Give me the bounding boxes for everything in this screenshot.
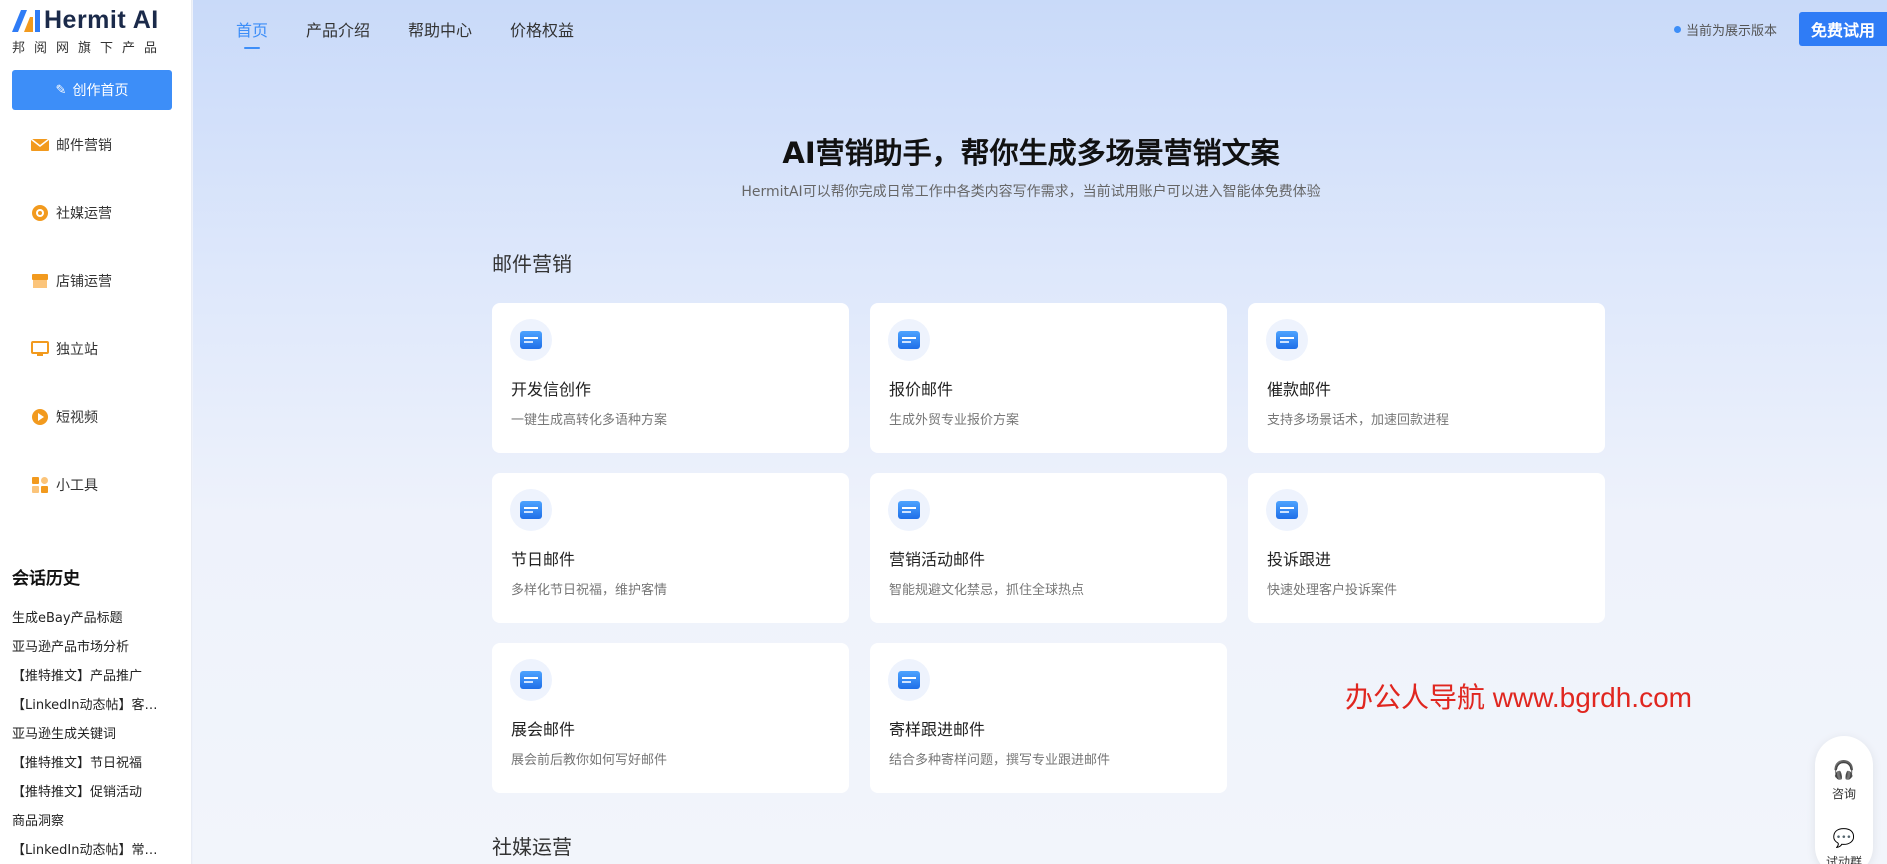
hero-subtitle: HermitAI可以帮你完成日常工作中各类内容写作需求，当前试用账户可以进入智能… xyxy=(741,184,1321,200)
top-nav: 首页 产品介绍 帮助中心 价格权益 当前为展示版本 免费试用 xyxy=(193,0,1887,56)
sidebar: Hermit AI 邦阅网旗下产品 ✎ 创作首页 邮件营销 社媒运营 店铺运营 … xyxy=(0,0,192,864)
card-sample-followup[interactable]: 寄样跟进邮件 结合多种寄样问题，撰写专业跟进邮件 xyxy=(870,643,1227,793)
card-payment-email[interactable]: 催款邮件 支持多场景话术，加速回款进程 xyxy=(1248,303,1605,453)
monitor-icon xyxy=(30,339,50,359)
card-title: 开发信创作 xyxy=(511,380,592,399)
logo[interactable]: Hermit AI 邦阅网旗下产品 xyxy=(12,6,166,56)
section-title-social: 社媒运营 xyxy=(492,835,572,859)
mail-icon xyxy=(30,135,50,155)
history-item[interactable]: 商品洞察 xyxy=(12,807,172,836)
history-item[interactable]: 生成eBay产品标题 xyxy=(12,604,172,633)
card-title: 投诉跟进 xyxy=(1267,550,1332,569)
history-item[interactable]: 亚马逊生成关键词 xyxy=(12,720,172,749)
tab-home[interactable]: 首页 xyxy=(236,17,268,41)
sidebar-item-label: 店铺运营 xyxy=(56,274,112,290)
wechat-label: 试动群 xyxy=(1825,855,1862,864)
sidebar-item-label: 短视频 xyxy=(56,410,98,426)
tools-icon xyxy=(30,475,50,495)
card-desc: 智能规避文化禁忌，抓住全球热点 xyxy=(889,583,1085,598)
card-desc: 一键生成高转化多语种方案 xyxy=(511,413,668,428)
history-item[interactable]: 【推特推文】节日祝福 xyxy=(12,749,172,778)
history-item[interactable]: 【LinkedIn动态帖】客… xyxy=(12,691,172,720)
watermark: 办公人导航 www.bgrdh.com xyxy=(1345,682,1692,713)
card-desc: 多样化节日祝福，维护客情 xyxy=(511,583,668,598)
version-indicator: 当前为展示版本 xyxy=(1673,20,1777,39)
history-item[interactable]: 【LinkedIn动态帖】常… xyxy=(12,836,172,864)
sidebar-item-store[interactable]: 店铺运营 xyxy=(30,269,112,293)
card-quote-email[interactable]: 报价邮件 生成外贸专业报价方案 xyxy=(870,303,1227,453)
sidebar-item-site[interactable]: 独立站 xyxy=(30,337,98,361)
email-card-icon xyxy=(888,659,930,701)
email-card-icon xyxy=(888,489,930,531)
tab-products[interactable]: 产品介绍 xyxy=(306,17,370,41)
tab-help[interactable]: 帮助中心 xyxy=(408,17,472,41)
card-complaint-followup[interactable]: 投诉跟进 快速处理客户投诉案件 xyxy=(1248,473,1605,623)
floating-action-bar: 🎧 咨询 💬 试动群 xyxy=(1815,736,1873,864)
card-holiday-email[interactable]: 节日邮件 多样化节日祝福，维护客情 xyxy=(492,473,849,623)
logo-mark-icon xyxy=(12,9,40,32)
card-campaign-email[interactable]: 营销活动邮件 智能规避文化禁忌，抓住全球热点 xyxy=(870,473,1227,623)
hero-title: AI营销助手，帮你生成多场景营销文案 xyxy=(782,136,1280,170)
section-title-email: 邮件营销 xyxy=(492,252,572,276)
sidebar-item-tools[interactable]: 小工具 xyxy=(30,473,98,497)
card-desc: 生成外贸专业报价方案 xyxy=(889,413,1020,428)
sidebar-item-social[interactable]: 社媒运营 xyxy=(30,201,112,225)
card-title: 寄样跟进邮件 xyxy=(889,720,986,739)
store-icon xyxy=(30,271,50,291)
social-icon xyxy=(30,203,50,223)
sidebar-item-video[interactable]: 短视频 xyxy=(30,405,98,429)
consult-label: 咨询 xyxy=(1831,787,1856,801)
pen-icon: ✎ xyxy=(55,82,67,98)
headset-icon: 🎧 xyxy=(1832,760,1856,781)
card-title: 展会邮件 xyxy=(511,720,576,739)
sidebar-item-label: 社媒运营 xyxy=(56,206,112,222)
main-content: 首页 产品介绍 帮助中心 价格权益 当前为展示版本 免费试用 AI营销助手，帮你… xyxy=(193,0,1887,864)
logo-tagline: 邦阅网旗下产品 xyxy=(12,41,167,56)
email-card-icon xyxy=(510,489,552,531)
play-icon xyxy=(30,407,50,427)
version-text: 当前为展示版本 xyxy=(1685,24,1777,39)
history-item[interactable]: 【推特推文】促销活动 xyxy=(12,778,172,807)
history-item[interactable]: 【推特推文】产品推广 xyxy=(12,662,172,691)
wechat-icon: 💬 xyxy=(1832,828,1856,849)
consult-button[interactable]: 🎧 咨询 xyxy=(1815,760,1873,802)
card-desc: 快速处理客户投诉案件 xyxy=(1267,583,1398,598)
logo-title: Hermit AI xyxy=(44,6,159,34)
history-item[interactable]: 亚马逊产品市场分析 xyxy=(12,633,172,662)
create-home-label: 创作首页 xyxy=(72,83,129,99)
email-card-icon xyxy=(888,319,930,361)
email-card-icon xyxy=(510,319,552,361)
create-home-button[interactable]: ✎ 创作首页 xyxy=(12,70,172,110)
wechat-group-button[interactable]: 💬 试动群 xyxy=(1815,828,1873,864)
card-desc: 支持多场景话术，加速回款进程 xyxy=(1267,413,1450,428)
history-title: 会话历史 xyxy=(12,569,80,589)
card-desc: 结合多种寄样问题，撰写专业跟进邮件 xyxy=(889,753,1111,768)
card-title: 催款邮件 xyxy=(1267,380,1332,399)
email-card-icon xyxy=(1266,489,1308,531)
free-trial-button[interactable]: 免费试用 xyxy=(1799,12,1887,46)
card-title: 节日邮件 xyxy=(511,550,576,569)
sidebar-item-label: 邮件营销 xyxy=(56,138,112,154)
email-card-icon xyxy=(1266,319,1308,361)
sidebar-item-label: 小工具 xyxy=(56,478,98,494)
history-list: 生成eBay产品标题 亚马逊产品市场分析 【推特推文】产品推广 【LinkedI… xyxy=(12,604,172,864)
card-title: 报价邮件 xyxy=(889,380,954,399)
card-cold-email[interactable]: 开发信创作 一键生成高转化多语种方案 xyxy=(492,303,849,453)
tab-pricing[interactable]: 价格权益 xyxy=(510,17,574,41)
card-expo-email[interactable]: 展会邮件 展会前后教你如何写好邮件 xyxy=(492,643,849,793)
card-desc: 展会前后教你如何写好邮件 xyxy=(511,753,668,768)
status-dot-icon xyxy=(1673,26,1681,33)
sidebar-item-label: 独立站 xyxy=(56,342,98,358)
email-card-icon xyxy=(510,659,552,701)
sidebar-item-email[interactable]: 邮件营销 xyxy=(30,133,112,157)
card-title: 营销活动邮件 xyxy=(889,550,986,569)
